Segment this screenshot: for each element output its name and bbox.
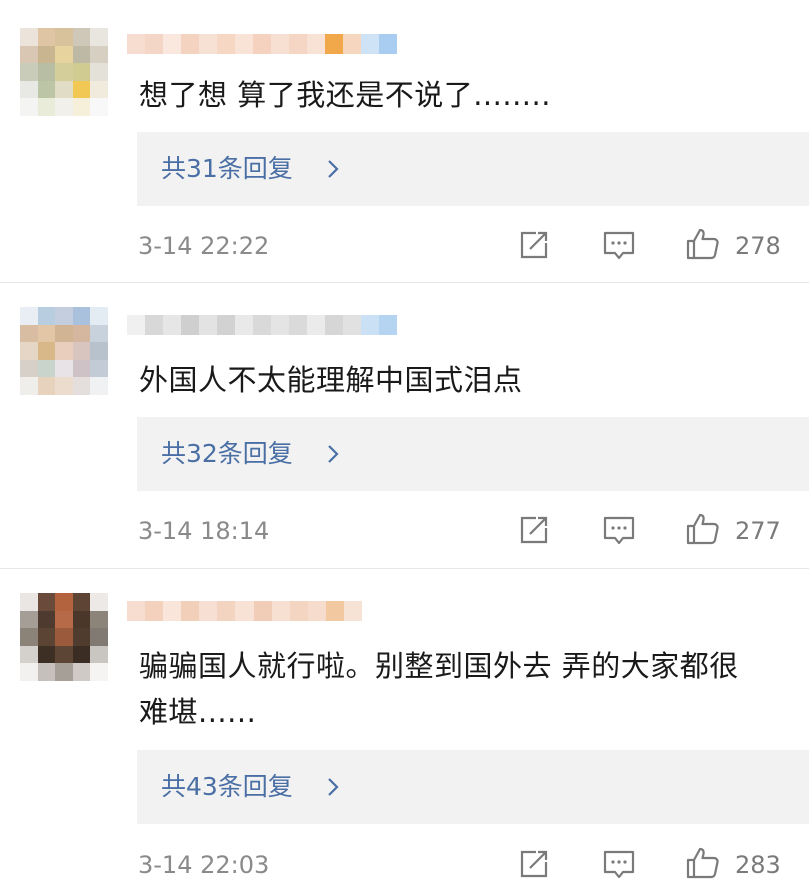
- avatar[interactable]: [20, 307, 108, 395]
- comment-text: 骗骗国人就行啦。别整到国外去 弄的大家都很难堪......: [139, 649, 739, 729]
- timestamp: 3-14 22:22: [138, 232, 270, 260]
- comment-icon[interactable]: [602, 848, 636, 880]
- like-count: 278: [735, 232, 781, 260]
- username-blurred[interactable]: [127, 34, 397, 54]
- thumbs-up-icon[interactable]: [685, 512, 721, 546]
- view-replies-button[interactable]: 共31条回复: [137, 132, 809, 206]
- chevron-right-icon: [328, 160, 339, 178]
- timestamp: 3-14 22:03: [138, 851, 270, 879]
- comment-icon[interactable]: [602, 514, 636, 546]
- avatar[interactable]: [20, 28, 108, 116]
- username-blurred[interactable]: [127, 315, 397, 335]
- view-replies-button[interactable]: 共43条回复: [137, 750, 809, 824]
- chevron-right-icon: [328, 445, 339, 463]
- reply-count-label: 共43条回复: [161, 772, 293, 801]
- thumbs-up-icon[interactable]: [685, 846, 721, 880]
- comment-item: 外国人不太能理解中国式泪点 共32条回复 3-14 18:14 277: [0, 283, 809, 568]
- share-edit-icon[interactable]: [518, 229, 550, 261]
- comment-item: 想了想 算了我还是不说了........ 共31条回复 3-14 22:22 2…: [0, 0, 809, 282]
- view-replies-button[interactable]: 共32条回复: [137, 417, 809, 491]
- avatar[interactable]: [20, 593, 108, 681]
- comment-item: 骗骗国人就行啦。别整到国外去 弄的大家都很难堪...... 共43条回复 3-1…: [0, 569, 809, 895]
- chevron-right-icon: [328, 778, 339, 796]
- reply-count-label: 共31条回复: [161, 154, 293, 183]
- comment-text: 想了想 算了我还是不说了........: [139, 78, 551, 112]
- like-count: 277: [735, 517, 781, 545]
- like-count: 283: [735, 851, 781, 879]
- comment-icon[interactable]: [602, 229, 636, 261]
- share-edit-icon[interactable]: [518, 514, 550, 546]
- reply-count-label: 共32条回复: [161, 439, 293, 468]
- timestamp: 3-14 18:14: [138, 517, 270, 545]
- share-edit-icon[interactable]: [518, 848, 550, 880]
- thumbs-up-icon[interactable]: [685, 227, 721, 261]
- comment-text: 外国人不太能理解中国式泪点: [139, 363, 523, 397]
- username-blurred[interactable]: [127, 601, 363, 621]
